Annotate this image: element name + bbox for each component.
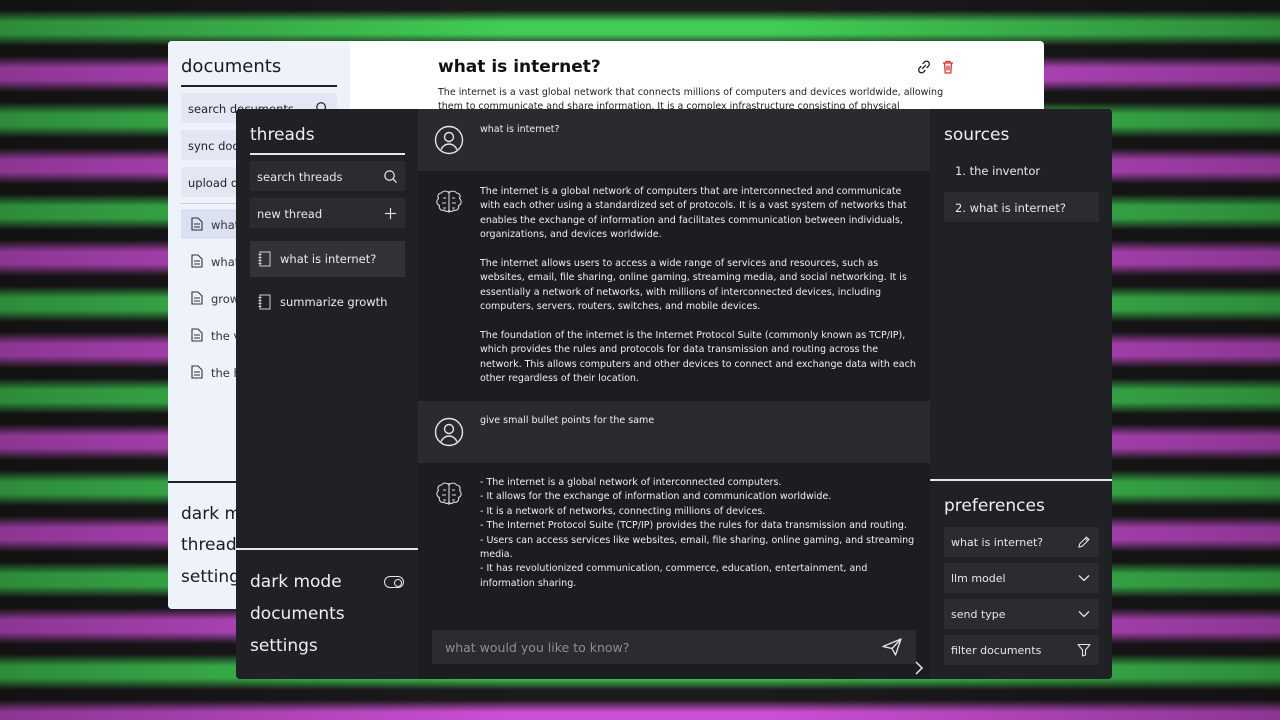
thread-label: summarize growth xyxy=(280,295,388,309)
notebook-icon xyxy=(258,294,271,310)
user-message: what is internet? xyxy=(418,109,930,171)
light-settings-link[interactable]: setting xyxy=(181,567,240,587)
filter-icon xyxy=(1077,643,1091,657)
chat-input-placeholder: what would you like to know? xyxy=(445,640,630,655)
brain-icon xyxy=(436,482,462,505)
notebook-icon xyxy=(258,251,271,267)
filter-documents-button[interactable]: filter documents xyxy=(944,635,1099,665)
search-threads-button[interactable]: search threads xyxy=(250,161,405,191)
llm-model-select[interactable]: llm model xyxy=(944,563,1099,593)
thread-label: what is internet? xyxy=(280,252,377,266)
light-doc-label: grow xyxy=(211,292,240,306)
thread-name-value: what is internet? xyxy=(951,536,1044,549)
chevron-down-icon xyxy=(1078,575,1090,582)
document-icon xyxy=(191,254,203,268)
send-icon[interactable] xyxy=(882,638,902,656)
light-upload-label: upload d xyxy=(188,176,239,190)
chevron-right-icon[interactable] xyxy=(912,660,926,676)
source-item[interactable]: 1. the inventor xyxy=(944,155,1099,185)
preferences-title: preferences xyxy=(944,496,1045,516)
divider xyxy=(250,153,405,155)
thread-name-field[interactable]: what is internet? xyxy=(944,527,1099,557)
sources-sidebar: sources 1. the inventor 2. what is inter… xyxy=(930,109,1112,679)
document-icon xyxy=(191,328,203,342)
bullet-line: - The internet is a global network of in… xyxy=(480,477,782,488)
assistant-message: The internet is a global network of comp… xyxy=(418,171,930,401)
thread-item[interactable]: summarize growth xyxy=(250,284,405,320)
pencil-icon[interactable] xyxy=(1077,535,1091,549)
search-icon xyxy=(384,170,398,184)
threads-sidebar: threads search threads new thread what i… xyxy=(236,109,418,679)
divider xyxy=(236,548,418,550)
document-icon xyxy=(191,365,203,379)
sources-title: sources xyxy=(944,125,1010,145)
light-sidebar-title: documents xyxy=(181,56,282,77)
bullet-line: - Users can access services like website… xyxy=(480,534,915,561)
chat-panel: what is internet? The internet is a glob… xyxy=(418,109,930,679)
send-type-label: send type xyxy=(951,608,1006,621)
message-paragraph: The internet is a global network of comp… xyxy=(480,186,907,241)
bullet-line: - It is a network of networks, connectin… xyxy=(480,505,766,517)
trash-icon[interactable] xyxy=(940,59,956,75)
llm-model-label: llm model xyxy=(951,572,1006,585)
light-dark-mode-label[interactable]: dark m xyxy=(181,504,241,524)
light-sync-label: sync doc xyxy=(188,139,239,153)
link-icon[interactable] xyxy=(916,59,932,75)
new-thread-button[interactable]: new thread xyxy=(250,198,405,228)
user-message: give small bullet points for the same xyxy=(418,401,930,463)
chat-input[interactable]: what would you like to know? xyxy=(432,630,916,664)
light-document-actions xyxy=(916,59,956,75)
filter-documents-label: filter documents xyxy=(951,644,1042,657)
assistant-message: - The internet is a global network of in… xyxy=(418,463,930,603)
dark-mode-label: dark mode xyxy=(250,572,342,592)
message-paragraph: The foundation of the internet is the In… xyxy=(480,330,916,385)
message-text: give small bullet points for the same xyxy=(480,415,655,426)
document-icon xyxy=(191,217,203,231)
bullet-line: - The Internet Protocol Suite (TCP/IP) p… xyxy=(480,520,907,532)
light-document-title: what is internet? xyxy=(438,57,601,77)
document-icon xyxy=(191,291,203,305)
source-item[interactable]: 2. what is internet? xyxy=(944,192,1099,222)
documents-link[interactable]: documents xyxy=(250,604,345,624)
send-type-select[interactable]: send type xyxy=(944,599,1099,629)
search-threads-label: search threads xyxy=(257,170,343,184)
message-text: what is internet? xyxy=(480,124,560,135)
divider xyxy=(930,479,1112,481)
new-thread-label: new thread xyxy=(257,207,323,221)
dark-mode-window: threads search threads new thread what i… xyxy=(236,109,1112,679)
settings-link[interactable]: settings xyxy=(250,636,318,656)
message-paragraph: The internet allows users to access a wi… xyxy=(480,258,907,313)
user-avatar-icon xyxy=(434,125,464,155)
threads-title: threads xyxy=(250,125,315,145)
light-threads-link[interactable]: thread xyxy=(181,535,237,555)
user-avatar-icon xyxy=(434,417,464,447)
chevron-down-icon xyxy=(1078,611,1090,618)
divider xyxy=(181,85,337,87)
brain-icon xyxy=(436,190,462,213)
plus-icon xyxy=(384,207,397,220)
dark-mode-toggle[interactable] xyxy=(384,576,404,588)
bullet-line: - It allows for the exchange of informat… xyxy=(480,491,832,503)
thread-item[interactable]: what is internet? xyxy=(250,241,405,277)
bullet-line: - It has revolutionized communication, c… xyxy=(480,563,868,589)
